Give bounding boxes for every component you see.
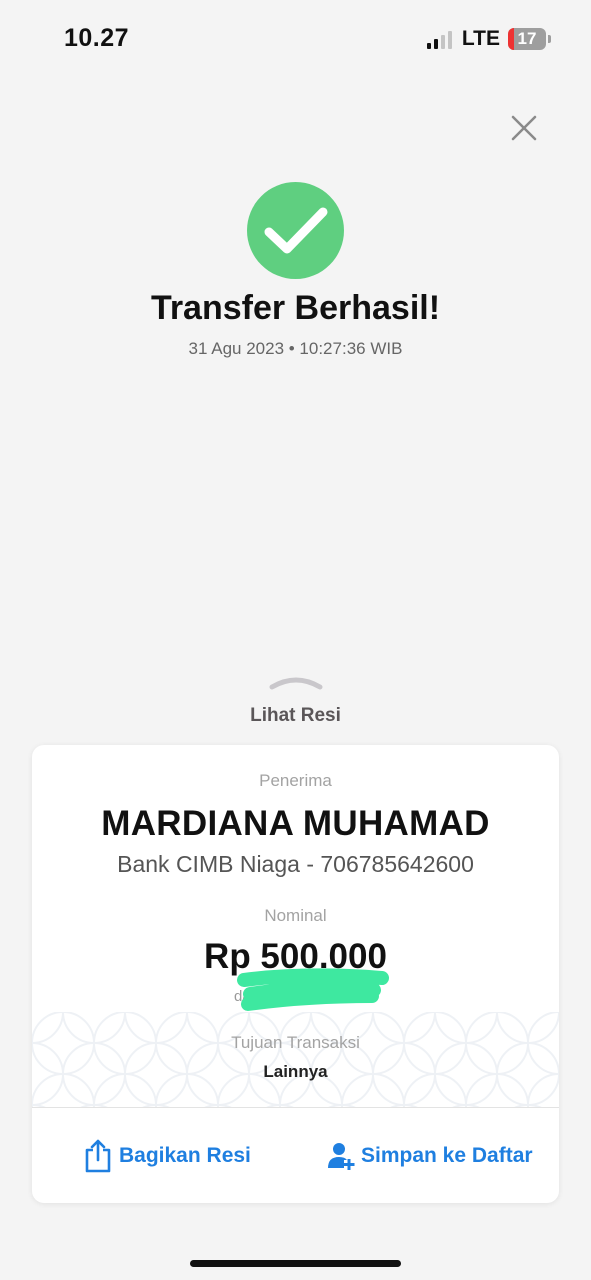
transfer-success-screen: 10.27 LTE 17 Transfer Berhasil! 31 Agu 2… <box>0 0 591 1280</box>
share-receipt-label: Bagikan Resi <box>119 1144 251 1167</box>
battery-level: 17 <box>517 29 537 48</box>
redaction-mark <box>237 968 389 1011</box>
close-button[interactable] <box>508 112 540 144</box>
status-indicators: LTE 17 <box>426 27 551 51</box>
purpose-value: Lainnya <box>263 1062 328 1081</box>
amount-label: Nominal <box>264 906 327 925</box>
expand-receipt-handle[interactable] <box>268 672 324 692</box>
decorative-pattern <box>32 1012 559 1108</box>
recipient-name: MARDIANA MUHAMAD <box>101 804 490 843</box>
battery-icon: 17 <box>508 28 546 50</box>
recipient-bank-account: Bank CIMB Niaga - 706785642600 <box>117 851 474 877</box>
page-title: Transfer Berhasil! <box>150 289 441 327</box>
chevron-up-icon <box>269 677 323 690</box>
purpose-label: Tujuan Transaksi <box>231 1033 360 1052</box>
status-time: 10.27 <box>64 24 130 52</box>
checkmark-icon <box>264 207 328 254</box>
share-icon <box>85 1139 111 1173</box>
recipient-label: Penerima <box>259 771 332 790</box>
success-badge <box>247 182 344 279</box>
add-person-icon <box>328 1143 355 1170</box>
save-to-list-label: Simpan ke Daftar <box>361 1144 533 1167</box>
network-type: LTE <box>461 27 500 50</box>
signal-icon <box>426 29 452 49</box>
home-indicator[interactable] <box>190 1260 401 1267</box>
card-divider <box>32 1107 559 1108</box>
transaction-timestamp: 31 Agu 2023 • 10:27:36 WIB <box>188 339 403 358</box>
view-receipt-label[interactable]: Lihat Resi <box>0 705 591 727</box>
share-receipt-button[interactable]: Bagikan Resi <box>83 1136 251 1176</box>
save-to-list-button[interactable]: Simpan ke Daftar <box>327 1136 533 1176</box>
close-icon <box>511 115 537 141</box>
